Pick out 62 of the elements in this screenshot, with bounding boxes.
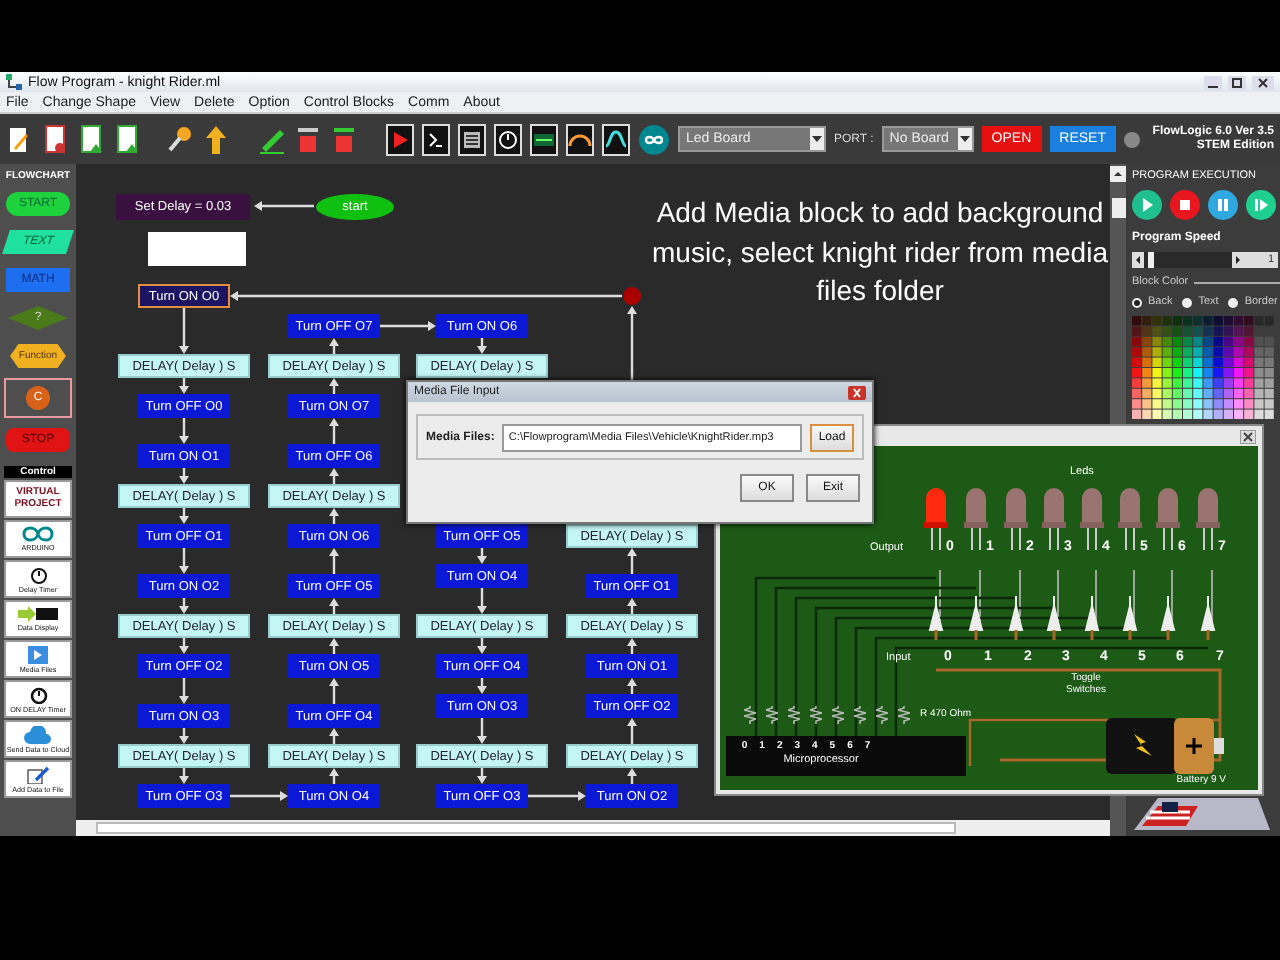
speed-slider[interactable] (1144, 252, 1232, 268)
trash-icon[interactable] (330, 123, 358, 155)
connector-arrow (528, 791, 586, 801)
up-arrow-icon[interactable] (202, 123, 230, 155)
gauge-icon[interactable] (566, 123, 594, 155)
infinity-icon (18, 526, 58, 542)
stopwatch-icon (29, 565, 47, 583)
terminal-icon[interactable] (422, 123, 450, 155)
close-icon[interactable] (848, 385, 866, 399)
toggle-switch-icon[interactable] (968, 596, 984, 640)
list-icon[interactable] (458, 123, 486, 155)
arrow-display-icon (18, 606, 58, 622)
horizontal-scrollbar[interactable] (76, 820, 1110, 836)
caret-icon (810, 128, 824, 150)
close-icon[interactable] (1252, 75, 1274, 89)
radio-button[interactable] (1228, 297, 1239, 307)
connector-arrow (254, 201, 314, 211)
toggle-switch-icon[interactable] (1160, 596, 1176, 640)
cloud-icon (24, 725, 52, 743)
document-icon[interactable] (114, 123, 142, 155)
media-icon (28, 645, 48, 663)
step-button[interactable] (1246, 190, 1276, 220)
connector-arrow (380, 321, 436, 331)
play-button[interactable] (1132, 190, 1162, 220)
infinity-icon[interactable] (638, 123, 670, 155)
trash-icon[interactable] (294, 123, 322, 155)
document-icon[interactable] (42, 123, 70, 155)
toggle-switch-icon[interactable] (1046, 596, 1062, 640)
scrollbar-thumb[interactable] (1111, 198, 1125, 218)
status-light (1123, 131, 1140, 147)
right-arrow-icon[interactable] (1232, 252, 1244, 268)
stopwatch-icon (29, 685, 47, 703)
timer-icon[interactable] (494, 123, 522, 155)
junction-dot (623, 287, 641, 305)
toggle-switch-icon[interactable] (1084, 596, 1100, 640)
slider-thumb[interactable] (1148, 252, 1155, 268)
document-pencil-icon (26, 765, 50, 783)
radio-button[interactable] (1132, 297, 1142, 307)
radio-button[interactable] (1182, 297, 1193, 307)
pause-button[interactable] (1208, 190, 1238, 220)
toggle-switch-icon[interactable] (928, 596, 944, 640)
app-icon (6, 74, 22, 90)
maximize-icon[interactable] (1228, 75, 1246, 89)
wave-icon[interactable] (602, 123, 630, 155)
stop-button[interactable] (1170, 190, 1200, 220)
instruction-caption: Add Media block to add background music, select knight rider from media files folder (650, 194, 1110, 310)
play-icon[interactable] (386, 123, 414, 155)
display-icon[interactable] (530, 123, 558, 155)
toggle-switch-icon[interactable] (1122, 596, 1138, 640)
toggle-switch-icon[interactable] (1200, 596, 1216, 640)
battery-icon (1106, 718, 1226, 774)
toggle-switch-icon[interactable] (1008, 596, 1024, 640)
minimize-icon[interactable] (1204, 75, 1222, 89)
document-icon[interactable] (78, 123, 106, 155)
scroll-up-icon[interactable] (1110, 166, 1126, 182)
left-arrow-icon[interactable] (1132, 252, 1144, 268)
key-icon[interactable] (166, 123, 194, 155)
close-icon[interactable] (1240, 429, 1256, 443)
connector-arrow (230, 791, 288, 801)
caret-icon (957, 128, 972, 150)
color-palette-drawing[interactable] (1132, 316, 1274, 420)
new-document-icon[interactable] (6, 123, 34, 155)
